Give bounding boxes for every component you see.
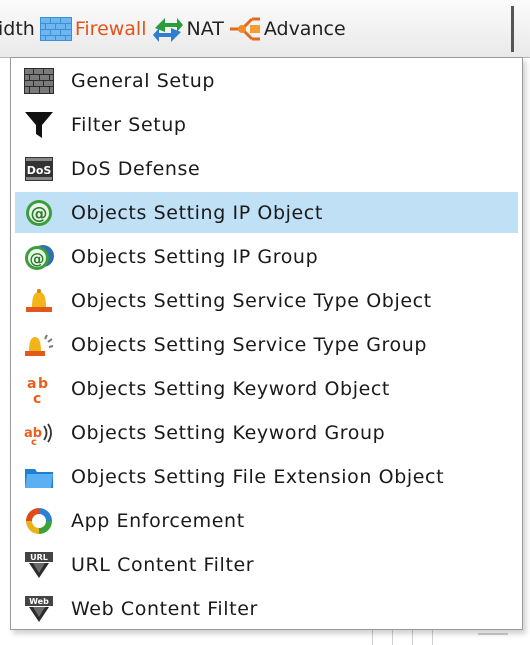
funnel-icon	[23, 109, 55, 141]
app-ring-icon	[23, 505, 55, 537]
url-icon: URL	[23, 549, 55, 581]
menu-item-ip-group[interactable]: @ Objects Setting IP Group	[15, 236, 518, 277]
menubar-edge	[511, 6, 514, 52]
menu-item-label: Objects Setting Service Type Object	[71, 289, 432, 312]
tab-label: NAT	[186, 18, 224, 40]
menu-item-label: Filter Setup	[71, 113, 187, 136]
menu-item-keyword-object[interactable]: a b c Objects Setting Keyword Object	[15, 368, 518, 409]
firewall-dropdown-menu: General Setup Filter Setup DoS DoS Defen…	[10, 57, 523, 630]
menu-item-filter-setup[interactable]: Filter Setup	[15, 104, 518, 145]
menu-item-service-type-object[interactable]: Objects Setting Service Type Object	[15, 280, 518, 321]
svg-text:DoS: DoS	[27, 164, 52, 177]
menu-item-label: DoS Defense	[71, 157, 201, 180]
tab-label: Firewall	[74, 18, 147, 40]
svg-text:a: a	[27, 376, 36, 392]
tab-label: Advance	[263, 18, 346, 40]
background-divider	[478, 633, 508, 635]
bell-icon	[23, 285, 55, 317]
background-divider	[412, 630, 413, 645]
bell-group-icon	[23, 329, 55, 361]
tab-firewall[interactable]: Firewall	[35, 9, 147, 49]
svg-text:@: @	[31, 204, 48, 224]
menu-item-app-enforcement[interactable]: App Enforcement	[15, 500, 518, 541]
menu-item-label: General Setup	[71, 69, 216, 92]
menu-item-label: Objects Setting Keyword Object	[71, 377, 390, 400]
menu-item-label: Objects Setting Service Type Group	[71, 333, 428, 356]
top-menu-bar: idth Firewall NAT Advance	[0, 0, 530, 58]
menu-item-label: Web Content Filter	[71, 597, 258, 620]
at-sign-icon: @	[23, 197, 55, 229]
folder-icon	[23, 461, 55, 493]
menu-item-service-type-group[interactable]: Objects Setting Service Type Group	[15, 324, 518, 365]
at-sign-group-icon: @	[23, 241, 55, 273]
nat-arrows-icon	[151, 14, 185, 44]
menu-item-file-extension-object[interactable]: Objects Setting File Extension Object	[15, 456, 518, 497]
menu-item-label: Objects Setting File Extension Object	[71, 465, 445, 488]
web-icon: Web	[23, 593, 55, 625]
background-divider	[432, 630, 433, 645]
menu-item-label: URL Content Filter	[71, 553, 255, 576]
dos-icon: DoS	[23, 153, 55, 185]
menu-item-dos-defense[interactable]: DoS DoS Defense	[15, 148, 518, 189]
tab-advance[interactable]: Advance	[224, 9, 346, 49]
abc-icon: a b c	[23, 373, 55, 407]
menu-item-label: App Enforcement	[71, 509, 245, 532]
firewall-brick-icon	[39, 14, 73, 44]
menu-item-keyword-group[interactable]: ab c Objects Setting Keyword Group	[15, 412, 518, 453]
menu-item-url-content-filter[interactable]: URL URL Content Filter	[15, 544, 518, 585]
advance-network-icon	[228, 14, 262, 44]
svg-text:b: b	[38, 376, 48, 392]
svg-text:c: c	[33, 391, 41, 405]
brick-wall-icon	[23, 65, 55, 97]
tab-nat[interactable]: NAT	[147, 9, 224, 49]
background-divider	[392, 630, 393, 645]
svg-text:URL: URL	[30, 553, 48, 562]
tab-label: idth	[0, 18, 35, 40]
menu-item-label: Objects Setting Keyword Group	[71, 421, 386, 444]
abc-group-icon: ab c	[23, 417, 55, 449]
menu-tabs: idth Firewall NAT Advance	[0, 0, 346, 58]
menu-item-label: Objects Setting IP Group	[71, 245, 319, 268]
menu-item-label: Objects Setting IP Object	[71, 201, 323, 224]
background-divider	[372, 630, 373, 645]
menu-item-general-setup[interactable]: General Setup	[15, 60, 518, 101]
svg-text:c: c	[31, 437, 37, 448]
tab-bandwidth[interactable]: idth	[0, 9, 35, 49]
menu-item-ip-object[interactable]: @ Objects Setting IP Object	[15, 192, 518, 233]
menu-item-web-content-filter[interactable]: Web Web Content Filter	[15, 588, 518, 629]
svg-text:Web: Web	[29, 597, 49, 606]
svg-text:@: @	[30, 250, 45, 268]
